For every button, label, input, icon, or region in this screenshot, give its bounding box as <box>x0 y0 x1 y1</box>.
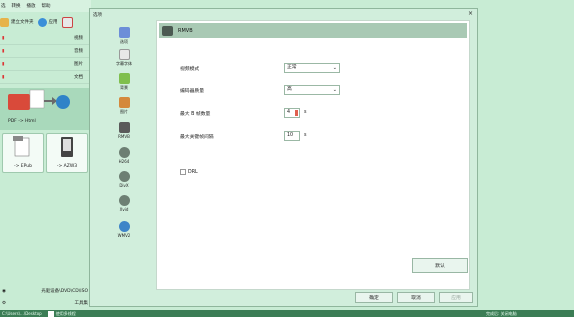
image-icon <box>118 97 130 108</box>
panel-title: RMVB <box>178 27 193 34</box>
menu-item[interactable]: 选 <box>1 3 6 9</box>
ok-button[interactable]: 确定 <box>355 292 393 303</box>
epub-icon <box>13 136 30 157</box>
max-keyframe-interval-input[interactable]: 10 <box>284 131 300 141</box>
folder-icon <box>0 17 9 27</box>
sidebar-marker-icon: ▮ <box>2 48 5 54</box>
menu-item[interactable]: 转换 <box>12 3 21 9</box>
background-menubar: 选 转换 播放 帮助 <box>0 0 91 12</box>
checkbox-box[interactable] <box>180 169 186 175</box>
tools-icon: ⚙ <box>2 300 7 306</box>
sidebar-item-document[interactable]: ▮ 文档 <box>0 71 90 84</box>
category-image[interactable]: 图片 <box>112 97 136 115</box>
encoder-quality-label: 编码器质量 <box>180 89 204 94</box>
apply-icon <box>37 17 47 27</box>
after-finish-label: 完成后: 关闭电脑 <box>486 310 517 316</box>
max-b-frames-input[interactable]: 4 <box>284 108 300 118</box>
category-options[interactable]: 选项 <box>112 27 136 45</box>
sidebar-item-optical-devices[interactable]: ◉ 光驱设备\DVD\CD\ISO <box>0 286 90 296</box>
convert-to-azw3-card[interactable]: -> AZW3 <box>46 133 88 173</box>
video-mode-label: 视频模式 <box>180 67 200 72</box>
category-xvid[interactable]: Xvid <box>112 195 136 212</box>
wmv2-icon <box>118 221 130 232</box>
pdf-to-html-label: PDF -> Html <box>8 119 36 124</box>
max-b-frames-label: 最大 B 帧数量 <box>180 112 211 117</box>
menu-item[interactable]: 帮助 <box>42 3 51 9</box>
sidebar-item-tools[interactable]: ⚙ 工具集 <box>0 298 90 308</box>
options-dialog: 选项 × 选项 字幕字体 背景 图片 RMVB H264 DivX Xvid W… <box>89 8 478 307</box>
rmvb-settings-panel: RMVB 视频模式 正常 ⌄ 编码器质量 高 ⌄ 最大 B 帧数量 4 s 最大… <box>156 20 470 290</box>
multithread-label: 使用多线程 <box>55 310 76 316</box>
apply-toolbar-button[interactable]: 应用 <box>37 17 58 27</box>
disc-icon: ◉ <box>2 288 6 294</box>
sidebar-item-image[interactable]: ▮ 图片 <box>0 58 90 71</box>
divx-icon <box>118 171 130 182</box>
rmvb-icon <box>118 122 130 133</box>
category-wmv2[interactable]: WMV2 <box>112 221 136 238</box>
remove-icon[interactable] <box>61 16 73 28</box>
default-button[interactable]: 默认 <box>412 258 468 273</box>
subtitle-font-icon <box>118 49 130 60</box>
apply-button[interactable]: 应用 <box>439 292 473 303</box>
dialog-title: 选项 <box>93 13 102 18</box>
video-mode-select[interactable]: 正常 ⌄ <box>284 63 340 73</box>
status-bar: C:\Users\...\Desktop 使用多线程 完成后: 关闭电脑 <box>0 310 574 317</box>
background-toolbar: 建立文件夹 应用 <box>0 13 90 31</box>
multithread-checkbox[interactable] <box>47 310 54 317</box>
azw3-icon <box>61 137 73 157</box>
h264-icon <box>118 147 130 158</box>
chevron-down-icon: ⌄ <box>332 65 337 71</box>
close-icon[interactable]: × <box>468 10 473 17</box>
output-path: C:\Users\...\Desktop <box>2 311 42 316</box>
encoder-quality-select[interactable]: 高 ⌄ <box>284 85 340 95</box>
pdf-convert-icon <box>8 89 70 110</box>
convert-to-epub-card[interactable]: -> EPub <box>2 133 44 173</box>
max-b-frames-unit: s <box>304 110 307 115</box>
category-subtitle-font[interactable]: 字幕字体 <box>112 49 136 67</box>
xvid-icon <box>118 195 130 206</box>
new-folder-button[interactable]: 建立文件夹 <box>0 17 34 27</box>
sidebar-marker-icon: ▮ <box>2 61 5 67</box>
category-divx[interactable]: DivX <box>112 171 136 188</box>
background-icon <box>118 73 130 84</box>
rmvb-icon <box>162 25 173 36</box>
drl-checkbox[interactable]: DRL <box>180 169 198 175</box>
max-keyframe-interval-unit: s <box>304 133 307 138</box>
menu-item[interactable]: 播放 <box>27 3 36 9</box>
panel-header: RMVB <box>159 23 467 38</box>
settings-icon <box>118 27 130 38</box>
category-rmvb[interactable]: RMVB <box>112 122 136 139</box>
category-h264[interactable]: H264 <box>112 147 136 164</box>
sidebar-item-audio[interactable]: ▮ 音频 <box>0 45 90 58</box>
sidebar-item-video[interactable]: ▮ 视频 <box>0 32 90 45</box>
sidebar-marker-icon: ▮ <box>2 74 5 80</box>
cancel-button[interactable]: 取消 <box>397 292 435 303</box>
category-background[interactable]: 背景 <box>112 73 136 91</box>
sidebar-marker-icon: ▮ <box>2 35 5 41</box>
max-keyframe-interval-label: 最大关键帧间隔 <box>180 135 214 140</box>
chevron-down-icon: ⌄ <box>332 87 337 93</box>
spinner-arrows-icon[interactable] <box>295 110 298 116</box>
